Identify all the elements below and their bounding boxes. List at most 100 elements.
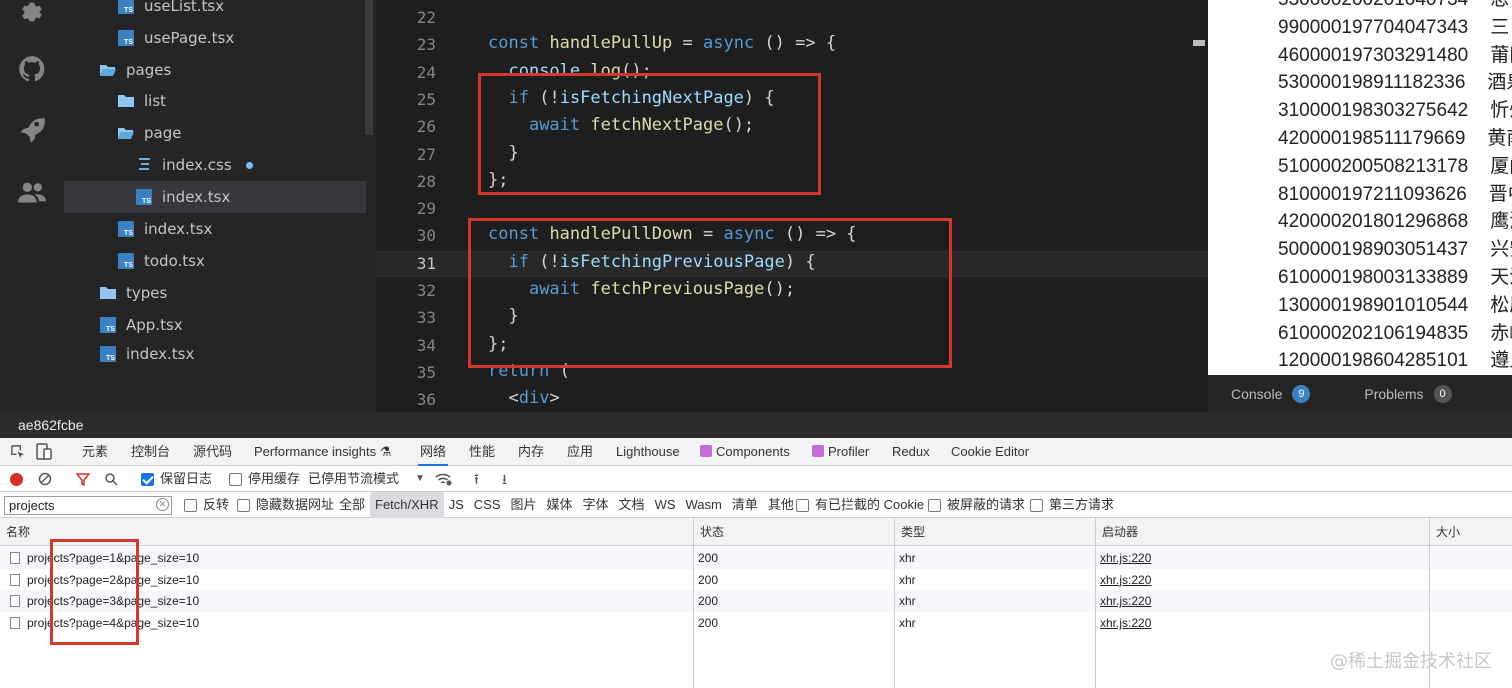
blocked-requests-checkbox[interactable]: 被屏蔽的请求 <box>928 492 1025 518</box>
tree-item-page-folder[interactable]: page <box>118 117 181 149</box>
rocket-icon[interactable] <box>18 116 46 144</box>
users-icon[interactable] <box>18 178 46 206</box>
third-party-checkbox[interactable]: 第三方请求 <box>1030 492 1114 518</box>
request-row[interactable]: projects?page=2&page_size=10 200 xhr xhr.js… <box>0 569 1512 591</box>
tab-cookie-editor[interactable]: Cookie Editor <box>951 438 1029 466</box>
explorer-scrollbar[interactable] <box>365 0 373 135</box>
tab-components[interactable]: Components <box>700 438 790 466</box>
invert-checkbox[interactable]: 反转 <box>184 492 229 518</box>
preview-row: 420000198511179669 黄南 <box>1278 123 1512 150</box>
initiator-link[interactable]: xhr.js:220 <box>1100 569 1151 591</box>
initiator-link[interactable]: xhr.js:220 <box>1100 590 1151 612</box>
select-value: 已停用节流模式 <box>308 471 400 486</box>
request-row[interactable]: projects?page=3&page_size=10 200 xhr xhr.js… <box>0 590 1512 613</box>
import-har-button[interactable]: ⭱ <box>474 466 479 492</box>
search-button[interactable] <box>104 466 118 492</box>
tree-item-app[interactable]: TS App.tsx <box>100 309 183 341</box>
tab-performance[interactable]: 性能 <box>469 438 495 466</box>
github-icon[interactable] <box>18 55 46 83</box>
column-status[interactable]: 状态 <box>693 518 724 546</box>
initiator-link[interactable]: xhr.js:220 <box>1100 612 1151 634</box>
type-filter-doc[interactable]: 文档 <box>614 492 650 518</box>
tab-problems[interactable]: Problems 0 <box>1364 384 1452 403</box>
filter-toggle-button[interactable] <box>76 466 90 492</box>
tab-console[interactable]: Console 9 <box>1231 384 1311 403</box>
request-row[interactable]: projects?page=4&page_size=10 200 xhr xhr.js… <box>0 612 1512 634</box>
tree-item-index-tsx-selected[interactable]: TS index.tsx <box>64 181 366 213</box>
tree-item-uselist[interactable]: TS useList.tsx <box>118 0 224 22</box>
tab-console[interactable]: 控制台 <box>131 438 170 466</box>
type-filter-other[interactable]: 其他 <box>763 492 799 518</box>
type-filter-font[interactable]: 字体 <box>578 492 614 518</box>
preview-row: 530000200201040734 忠 <box>1278 0 1509 11</box>
column-size[interactable]: 大小 <box>1429 518 1460 546</box>
hide-data-urls-checkbox[interactable]: 隐藏数据网址 <box>237 492 334 518</box>
type-filter-media[interactable]: 媒体 <box>542 492 578 518</box>
type-filter-css[interactable]: CSS <box>469 492 506 518</box>
type-filter-manifest[interactable]: 清单 <box>727 492 763 518</box>
request-table-header: 名称 状态 类型 启动器 大小 <box>0 518 1512 546</box>
column-name[interactable]: 名称 <box>0 518 30 546</box>
network-conditions-button[interactable] <box>435 466 453 492</box>
tree-item-index-css[interactable]: index.css <box>136 149 253 181</box>
id-number: 460000197303291480 <box>1278 44 1469 66</box>
tab-profiler[interactable]: Profiler <box>812 438 869 466</box>
tree-item-types-folder[interactable]: types <box>100 277 167 309</box>
city-name: 天津 <box>1490 267 1512 288</box>
tab-redux[interactable]: Redux <box>892 438 930 466</box>
checkbox-label: 隐藏数据网址 <box>256 497 335 512</box>
type-filter-all[interactable]: 全部 <box>334 492 370 518</box>
document-icon <box>10 573 20 586</box>
tree-item-list-folder[interactable]: list <box>118 85 166 117</box>
id-number: 420000201801296868 <box>1278 211 1469 233</box>
tree-item-index-root[interactable]: TS index.tsx <box>100 341 194 367</box>
tab-lighthouse[interactable]: Lighthouse <box>616 438 680 466</box>
tab-memory[interactable]: 内存 <box>518 438 544 466</box>
type-filter-ws[interactable]: WS <box>650 492 681 518</box>
modified-dot-icon <box>245 161 253 169</box>
tab-performance-insights[interactable]: Performance insights ⚗ <box>254 438 391 466</box>
column-initiator[interactable]: 启动器 <box>1095 518 1138 546</box>
request-status: 200 <box>698 551 719 565</box>
throttling-select[interactable]: 已停用节流模式 ▼ <box>308 466 425 492</box>
tree-item-index-tsx[interactable]: TS index.tsx <box>118 213 212 245</box>
blocked-cookies-checkbox[interactable]: 有已拦截的 Cookie <box>796 492 924 518</box>
clear-filter-icon[interactable]: ✕ <box>156 498 169 511</box>
preview-list[interactable]: 530000200201040734忠990000197704047343三46… <box>1208 0 1512 375</box>
tab-elements[interactable]: 元素 <box>82 438 108 466</box>
tree-item-label: types <box>126 284 168 302</box>
code-editor[interactable]: 22 23 const handlePullUp = async () => {24… <box>376 0 1208 412</box>
type-filter-img[interactable]: 图片 <box>506 492 542 518</box>
highlight-box-page-params <box>50 539 139 645</box>
tree-item-todo[interactable]: TS todo.tsx <box>118 245 205 277</box>
console-count-badge: 9 <box>1292 384 1311 403</box>
bottom-panel-tabs: Console 9 Problems 0 <box>1208 375 1512 412</box>
column-type[interactable]: 类型 <box>894 518 925 546</box>
id-number: 610000198003133889 <box>1278 267 1469 288</box>
initiator-link[interactable]: xhr.js:220 <box>1100 547 1151 569</box>
record-button[interactable] <box>10 466 23 492</box>
city-name: 遵义 <box>1490 350 1512 372</box>
export-har-button[interactable]: ⭳ <box>502 466 507 492</box>
settings-gear-icon[interactable] <box>18 0 46 26</box>
type-filter-js[interactable]: JS <box>444 492 469 518</box>
preserve-log-checkbox[interactable]: 保留日志 <box>141 466 212 492</box>
tree-item-usepage[interactable]: TS usePage.tsx <box>118 22 234 54</box>
disable-cache-checkbox[interactable]: 停用缓存 <box>229 466 300 492</box>
tab-sources[interactable]: 源代码 <box>193 438 232 466</box>
filter-input[interactable] <box>4 496 172 515</box>
preview-row: 120000198604285101 遵义 <box>1278 345 1512 372</box>
type-filter-wasm[interactable]: Wasm <box>681 492 727 518</box>
clear-button[interactable] <box>38 466 52 492</box>
device-toolbar-icon[interactable] <box>36 443 52 460</box>
request-row[interactable]: projects?page=1&page_size=10 200 xhr xhr.js… <box>0 547 1512 569</box>
type-filter-fetch-xhr[interactable]: Fetch/XHR <box>370 492 444 518</box>
city-name: 莆田 <box>1490 44 1512 66</box>
id-number: 500000198903051437 <box>1278 239 1469 261</box>
city-name: 兴安 <box>1490 239 1512 261</box>
tree-item-pages-folder[interactable]: pages <box>100 54 171 86</box>
line-number: 27 <box>416 144 436 164</box>
inspect-element-icon[interactable] <box>10 444 25 459</box>
tab-network[interactable]: 网络 <box>418 438 449 466</box>
tab-application[interactable]: 应用 <box>567 438 593 466</box>
